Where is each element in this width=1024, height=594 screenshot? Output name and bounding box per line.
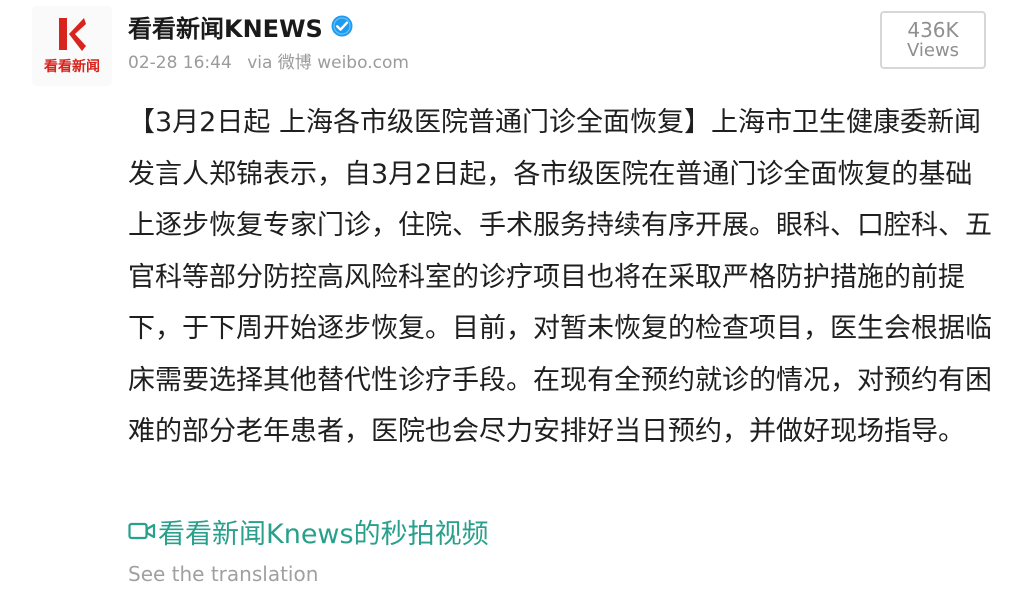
account-name[interactable]: 看看新闻KNEWS (128, 9, 323, 44)
account-header: 看看新闻KNEWS (128, 8, 353, 44)
avatar-label: 看看新闻 (44, 59, 100, 75)
video-link[interactable]: 看看新闻Knews的秒拍视频 (128, 509, 489, 553)
knews-logo-icon (59, 18, 86, 51)
post-timestamp: 02-28 16:44 (128, 53, 232, 73)
video-camera-icon (128, 522, 156, 540)
post-text: 【3月2日起 上海各市级医院普通门诊全面恢复】上海市卫生健康委新闻发言人郑锦表示… (128, 107, 992, 447)
post-source: via 微博 weibo.com (247, 53, 409, 73)
verified-badge-icon (331, 15, 353, 37)
video-link-label: 看看新闻Knews的秒拍视频 (158, 518, 489, 550)
account-avatar[interactable]: 看看新闻 (32, 6, 112, 86)
views-label: Views (906, 40, 960, 62)
views-count: 436K (907, 18, 959, 43)
post-meta: 02-28 16:44 via 微博 weibo.com (128, 48, 409, 73)
views-counter: 436K Views (880, 11, 986, 69)
translate-link[interactable]: See the translation (128, 562, 318, 586)
